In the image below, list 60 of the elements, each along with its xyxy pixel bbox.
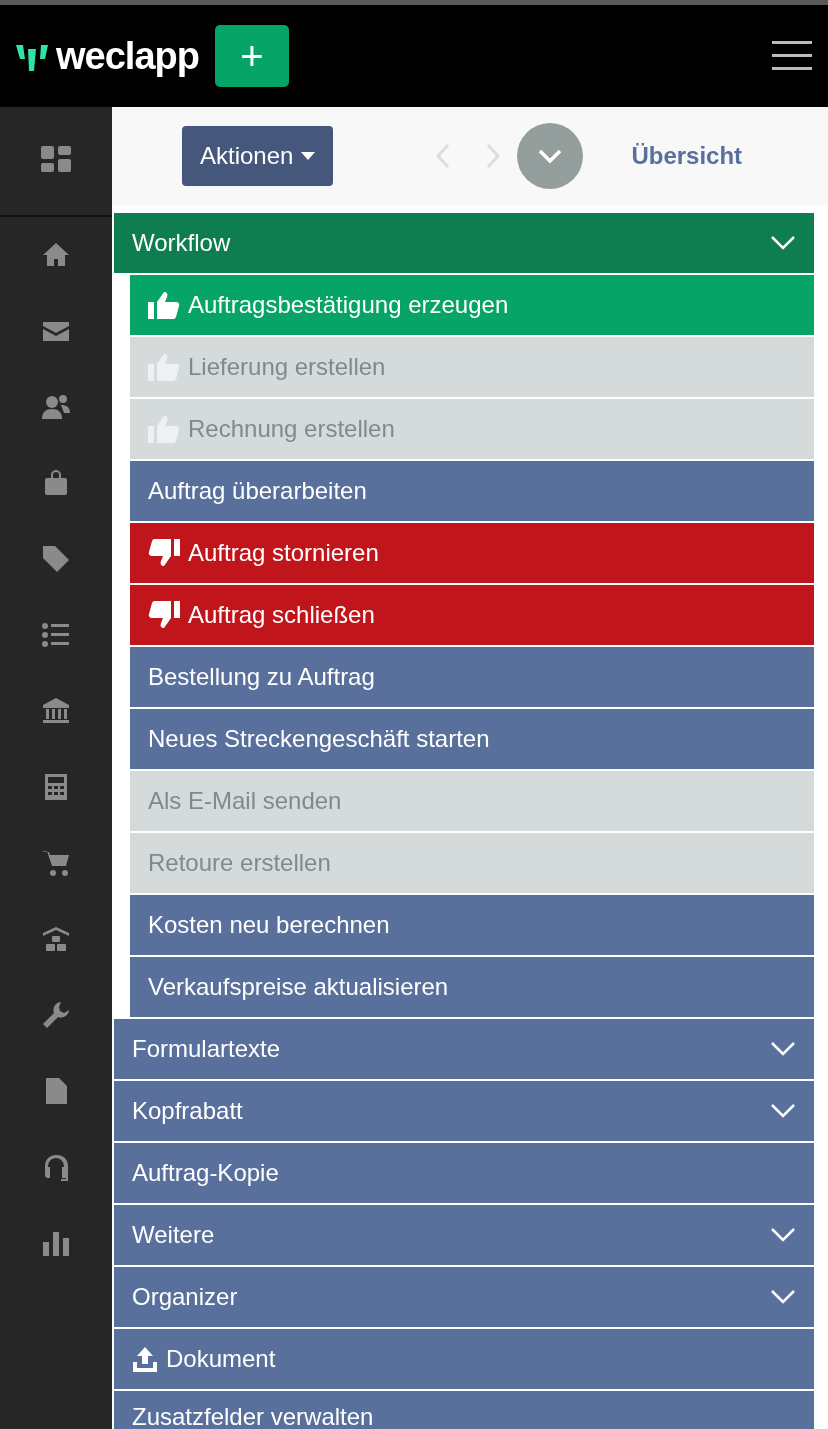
action-label: Neues Streckengeschäft starten bbox=[148, 724, 490, 754]
section-header[interactable]: Formulartexte bbox=[114, 1019, 814, 1081]
logo-text: weclapp bbox=[56, 33, 199, 79]
action-label: Auftrag stornieren bbox=[188, 538, 379, 568]
section-header[interactable]: Workflow bbox=[114, 213, 814, 275]
action-label: Lieferung erstellen bbox=[188, 352, 386, 382]
section-header[interactable]: Auftrag-Kopie bbox=[114, 1143, 814, 1205]
section-label: Kopfrabatt bbox=[132, 1096, 243, 1126]
chevron-down-icon[interactable] bbox=[770, 1041, 796, 1057]
action-item[interactable]: Auftrag schließen bbox=[130, 585, 814, 647]
section-label: Organizer bbox=[132, 1282, 238, 1312]
section-header[interactable]: Dokument bbox=[114, 1329, 814, 1391]
section-header[interactable]: Organizer bbox=[114, 1267, 814, 1329]
users-icon[interactable] bbox=[41, 392, 71, 422]
thumbs-up-icon bbox=[148, 291, 180, 319]
section-label: Workflow bbox=[132, 228, 231, 258]
section-label: Zusatzfelder verwalten bbox=[132, 1402, 374, 1429]
chevron-down-icon bbox=[538, 149, 563, 163]
list-icon[interactable] bbox=[41, 620, 71, 650]
action-label: Bestellung zu Auftrag bbox=[148, 662, 375, 692]
actions-button[interactable]: Aktionen bbox=[182, 126, 334, 186]
action-label: Rechnung erstellen bbox=[188, 414, 395, 444]
action-item[interactable]: Kosten neu berechnen bbox=[130, 895, 814, 957]
thumbs-down-icon bbox=[148, 601, 180, 629]
action-item[interactable]: Bestellung zu Auftrag bbox=[130, 647, 814, 709]
action-label: Retoure erstellen bbox=[148, 848, 331, 878]
action-label: Auftragsbestätigung erzeugen bbox=[188, 290, 509, 320]
section-label: Formulartexte bbox=[132, 1034, 281, 1064]
action-label: Kosten neu berechnen bbox=[148, 910, 390, 940]
menu-icon[interactable] bbox=[772, 41, 812, 71]
warehouse-icon[interactable] bbox=[41, 924, 71, 954]
action-item[interactable]: Auftrag stornieren bbox=[130, 523, 814, 585]
tag-icon[interactable] bbox=[41, 544, 71, 574]
section-header[interactable]: Weitere bbox=[114, 1205, 814, 1267]
section-header[interactable]: Kopfrabatt bbox=[114, 1081, 814, 1143]
section-label: Auftrag-Kopie bbox=[132, 1158, 279, 1188]
action-label: Auftrag überarbeiten bbox=[148, 476, 367, 506]
action-label: Als E-Mail senden bbox=[148, 786, 342, 816]
thumbs-up-icon bbox=[148, 415, 180, 443]
action-item[interactable]: Auftrag überarbeiten bbox=[130, 461, 814, 523]
chevron-down-icon[interactable] bbox=[770, 235, 796, 251]
action-item[interactable]: Neues Streckengeschäft starten bbox=[130, 709, 814, 771]
upload-icon bbox=[132, 1346, 158, 1372]
thumbs-up-icon bbox=[148, 353, 180, 381]
section-label: Weitere bbox=[132, 1220, 215, 1250]
add-button[interactable]: + bbox=[214, 25, 289, 87]
overview-link[interactable]: Übersicht bbox=[631, 138, 743, 174]
caret-icon bbox=[301, 152, 316, 160]
chevron-down-icon[interactable] bbox=[770, 1289, 796, 1305]
action-label: Auftrag schließen bbox=[188, 600, 375, 630]
wrench-icon[interactable] bbox=[41, 1000, 71, 1030]
chevron-down-icon[interactable] bbox=[770, 1227, 796, 1243]
bank-icon[interactable] bbox=[41, 696, 71, 726]
action-label: Verkaufspreise aktualisieren bbox=[148, 972, 449, 1002]
action-item[interactable]: Verkaufspreise aktualisieren bbox=[130, 957, 814, 1019]
thumbs-down-icon bbox=[148, 539, 180, 567]
section-header[interactable]: Zusatzfelder verwalten bbox=[114, 1391, 814, 1429]
action-item[interactable]: Auftragsbestätigung erzeugen bbox=[130, 275, 814, 337]
chevron-down-icon[interactable] bbox=[770, 1103, 796, 1119]
section-label: Dokument bbox=[166, 1344, 276, 1374]
